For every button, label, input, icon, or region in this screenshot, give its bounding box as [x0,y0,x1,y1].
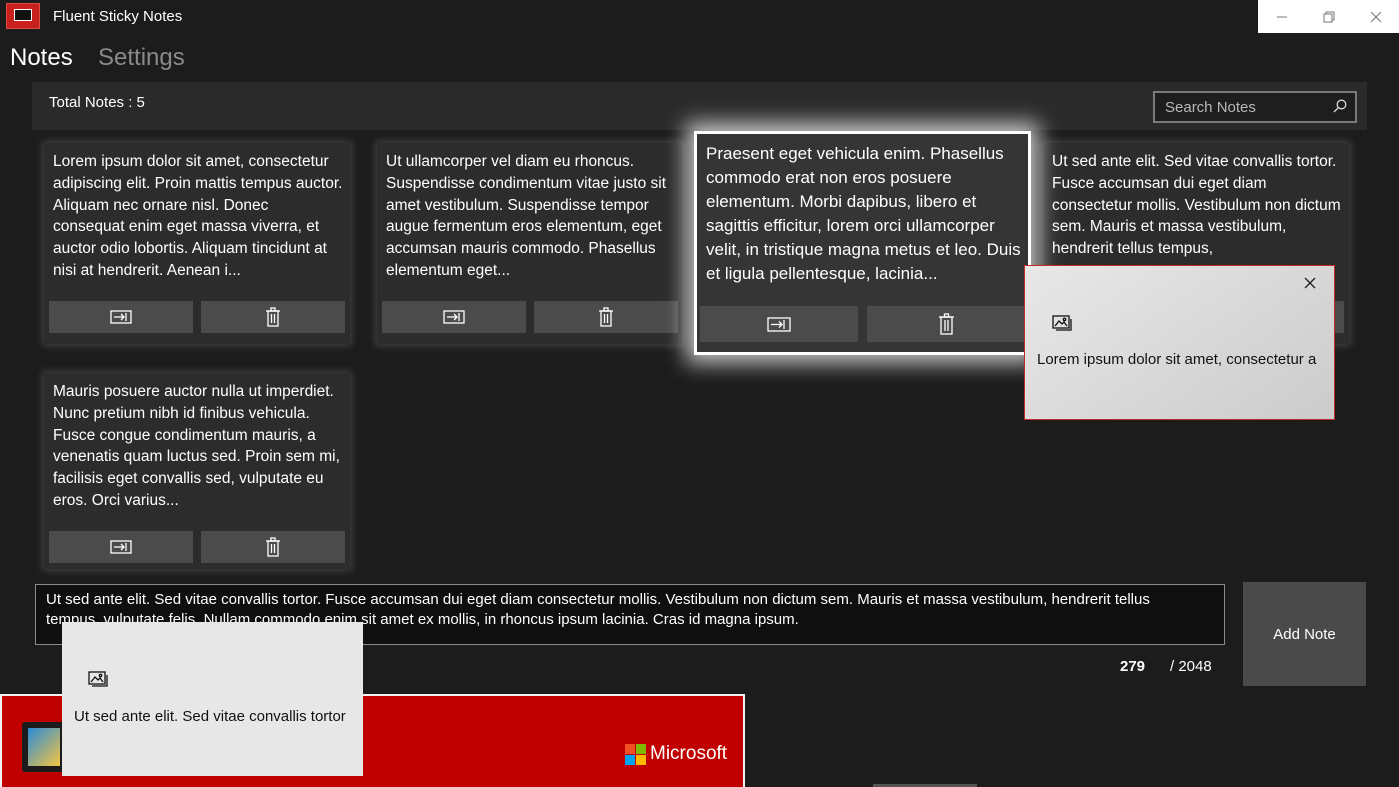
open-note-button[interactable] [49,301,193,333]
trash-icon [599,307,613,327]
tab-settings[interactable]: Settings [98,44,185,72]
char-max: / 2048 [1170,658,1212,675]
restore-button[interactable] [1305,0,1352,33]
note-text: Praesent eget vehicula enim. Phasellus c… [706,144,1021,283]
open-note-icon [443,310,465,324]
image-icon [1052,315,1072,331]
note-text: Ut sed ante elit. Sed vitae convallis to… [1052,153,1341,258]
close-icon[interactable] [1304,277,1316,289]
open-note-button[interactable] [49,531,193,563]
trash-icon [938,313,954,335]
note-card[interactable]: Ut ullamcorper vel diam eu rhoncus. Susp… [377,143,683,344]
popup-text: Lorem ipsum dolor sit amet, consectetur … [1037,351,1317,368]
add-note-button[interactable]: Add Note [1243,582,1366,686]
minimize-icon [1276,16,1287,17]
open-note-button[interactable] [700,306,858,342]
app-icon [6,3,40,29]
popup-text: Ut sed ante elit. Sed vitae convallis to… [74,708,346,725]
note-card[interactable]: Lorem ipsum dolor sit amet, consectetur … [44,143,350,344]
device-image [22,722,66,772]
note-popup[interactable]: Lorem ipsum dolor sit amet, consectetur … [1024,265,1335,420]
image-icon [88,671,108,687]
total-notes-label: Total Notes : 5 [49,94,145,111]
char-count: 279 [1120,658,1146,675]
open-note-icon [767,316,791,332]
microsoft-wordmark: Microsoft [650,743,728,764]
tab-notes[interactable]: Notes [10,44,73,72]
notes-header: Total Notes : 5 [32,82,1367,130]
note-text: Mauris posuere auctor nulla ut imperdiet… [53,383,340,509]
microsoft-logo-icon [625,744,646,765]
note-text: Lorem ipsum dolor sit amet, consectetur … [53,153,343,279]
delete-note-button[interactable] [867,306,1025,342]
note-text: Ut ullamcorper vel diam eu rhoncus. Susp… [386,153,667,279]
delete-note-button[interactable] [201,531,345,563]
trash-icon [266,537,280,557]
search-input[interactable] [1155,93,1335,121]
close-window-button[interactable] [1352,0,1399,33]
open-note-icon [110,540,132,554]
restore-icon [1323,11,1334,22]
note-popup[interactable]: Ut sed ante elit. Sed vitae convallis to… [62,622,363,776]
search-box [1153,91,1357,123]
app-title: Fluent Sticky Notes [53,8,183,25]
title-bar: Fluent Sticky Notes [0,0,1399,33]
search-icon[interactable] [1333,99,1347,113]
note-card-highlighted[interactable]: Praesent eget vehicula enim. Phasellus c… [694,131,1031,355]
delete-note-button[interactable] [201,301,345,333]
note-card[interactable]: Mauris posuere auctor nulla ut imperdiet… [44,373,350,569]
window-controls [1258,0,1399,33]
open-note-button[interactable] [382,301,526,333]
minimize-button[interactable] [1258,0,1305,33]
close-icon [1370,11,1381,22]
trash-icon [266,307,280,327]
delete-note-button[interactable] [534,301,678,333]
open-note-icon [110,310,132,324]
